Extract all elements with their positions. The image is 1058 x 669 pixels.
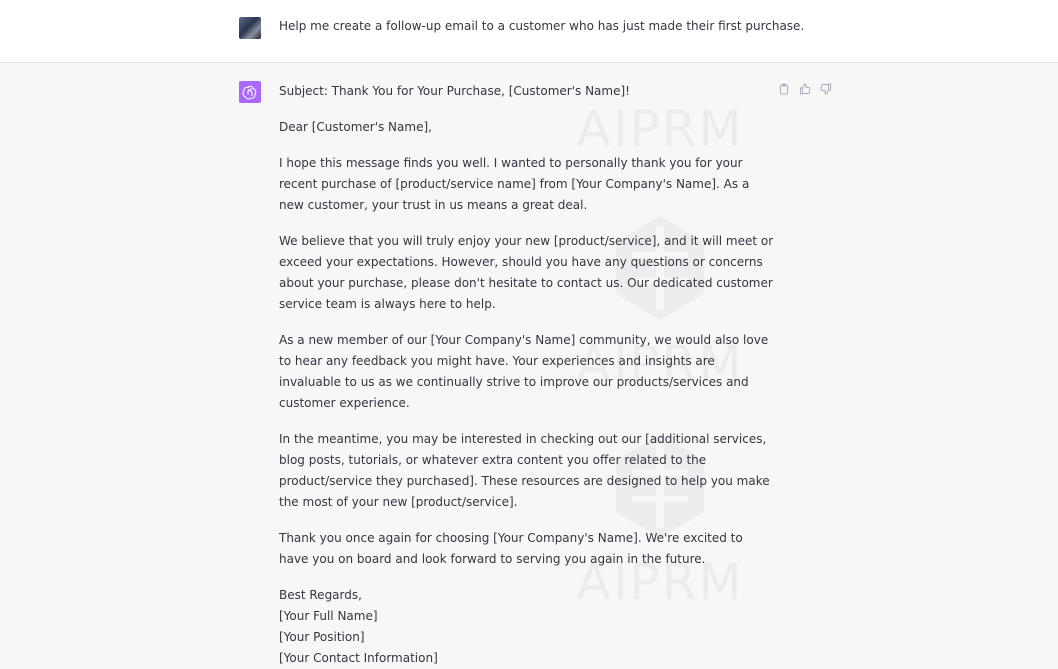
email-paragraph: We believe that you will truly enjoy you… xyxy=(279,234,774,311)
email-paragraph: Thank you once again for choosing [Your … xyxy=(279,531,743,566)
email-paragraph: As a new member of our [Your Company's N… xyxy=(279,333,769,410)
dislike-button[interactable] xyxy=(819,82,833,96)
signoff-line: [Your Position] xyxy=(279,630,365,644)
thumbs-up-icon xyxy=(800,83,811,95)
email-subject: Subject: Thank You for Your Purchase, [C… xyxy=(279,84,630,98)
email-greeting: Dear [Customer's Name], xyxy=(279,120,432,134)
copy-button[interactable] xyxy=(777,82,791,96)
assistant-message-content: Subject: Thank You for Your Purchase, [C… xyxy=(279,81,774,669)
signoff-line: [Your Full Name] xyxy=(279,609,378,623)
signoff-line: Best Regards, xyxy=(279,588,362,602)
user-avatar xyxy=(239,17,261,39)
thumbs-down-icon xyxy=(820,83,831,95)
user-message-row: Help me create a follow-up email to a cu… xyxy=(0,0,1058,63)
assistant-avatar xyxy=(239,81,261,103)
email-paragraph: I hope this message finds you well. I wa… xyxy=(279,156,750,212)
email-signoff: Best Regards, [Your Full Name] [Your Pos… xyxy=(279,585,774,669)
message-actions xyxy=(777,82,833,96)
openai-logo-icon xyxy=(242,85,257,100)
email-paragraph: In the meantime, you may be interested i… xyxy=(279,432,770,509)
signoff-line: [Your Contact Information] xyxy=(279,651,438,665)
like-button[interactable] xyxy=(798,82,812,96)
user-message-text: Help me create a follow-up email to a cu… xyxy=(279,19,805,33)
clipboard-icon xyxy=(780,83,788,95)
